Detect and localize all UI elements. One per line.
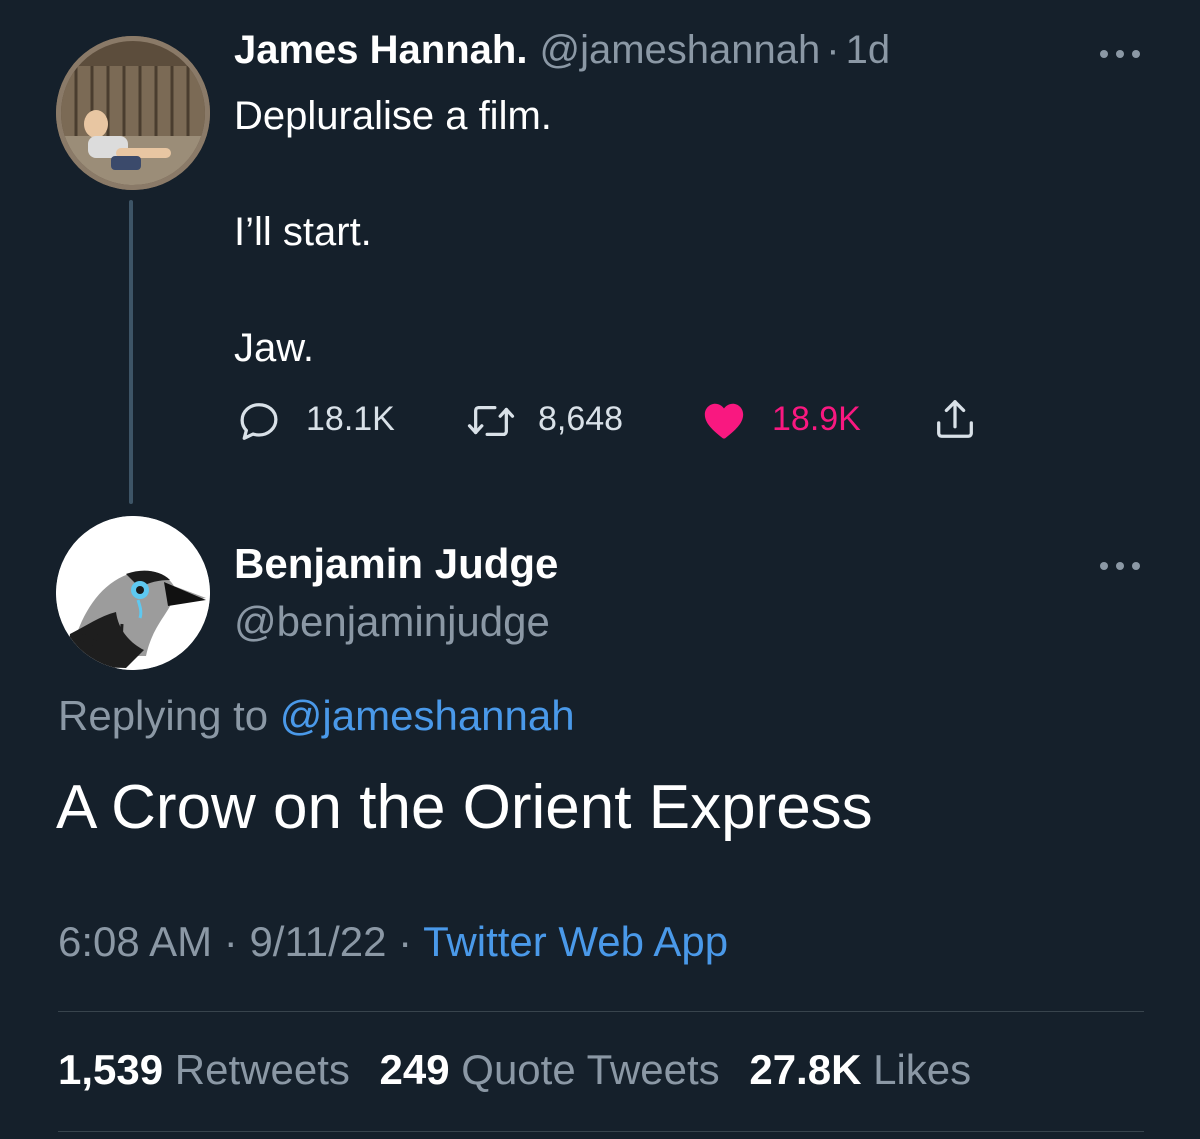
more-icon[interactable]: [1100, 560, 1140, 572]
meta-separator: ·: [223, 918, 238, 965]
author-display-name[interactable]: James Hannah.: [234, 28, 527, 73]
retweets-label: Retweets: [174, 1046, 350, 1093]
retweet-count: 8,648: [538, 400, 624, 438]
tweet-text-line-3: Jaw.: [234, 326, 315, 370]
tweet-timestamp-line: 6:08 AM · 9/11/22 · Twitter Web App: [58, 918, 728, 966]
reply-author-handle[interactable]: @benjaminjudge: [234, 598, 550, 646]
avatar-james-hannah[interactable]: [56, 36, 210, 190]
tweet-age[interactable]: 1d: [846, 28, 891, 73]
stats-divider-top: [58, 1011, 1144, 1012]
retweets-count: 1,539: [58, 1046, 164, 1093]
replying-to-handle-link[interactable]: @jameshannah: [280, 692, 575, 739]
parent-author-line: James Hannah. @jameshannah · 1d: [234, 28, 890, 84]
tweet-text-line-1: Depluralise a film.: [234, 94, 552, 138]
stats-divider-bottom: [58, 1131, 1144, 1132]
engagement-stats: 1,539 Retweets 249 Quote Tweets 27.8K Li…: [58, 1046, 971, 1094]
retweet-button[interactable]: [466, 398, 516, 444]
share-button[interactable]: [932, 396, 978, 444]
retweets-stat[interactable]: 1,539 Retweets: [58, 1046, 350, 1093]
avatar-image: [56, 36, 210, 190]
reply-icon: [240, 403, 278, 440]
replying-to-line: Replying to @jameshannah: [58, 692, 575, 740]
reply-count: 18.1K: [306, 400, 395, 438]
quote-tweets-label: Quote Tweets: [461, 1046, 720, 1093]
heart-icon: [704, 403, 744, 439]
meta-separator: ·: [398, 918, 413, 965]
reply-button[interactable]: [236, 398, 282, 444]
tweet-source-link[interactable]: Twitter Web App: [423, 918, 728, 965]
reply-tweet-text: A Crow on the Orient Express: [56, 773, 873, 842]
crow-avatar-image: [56, 516, 210, 670]
tweet-text-line-2: I’ll start.: [234, 210, 372, 254]
thread-connector-line: [129, 200, 133, 504]
likes-label: Likes: [873, 1046, 972, 1093]
share-icon: [937, 400, 973, 438]
quote-tweets-stat[interactable]: 249 Quote Tweets: [380, 1046, 720, 1093]
tweet-time[interactable]: 6:08 AM: [58, 918, 212, 965]
quote-tweets-count: 249: [379, 1046, 450, 1093]
tweet-date[interactable]: 9/11/22: [249, 918, 386, 965]
more-icon[interactable]: [1100, 48, 1140, 60]
like-button[interactable]: [700, 398, 748, 444]
author-handle[interactable]: @jameshannah: [539, 28, 820, 73]
like-count: 18.9K: [772, 400, 861, 438]
meta-separator: ·: [826, 28, 840, 72]
likes-count: 27.8K: [749, 1046, 862, 1093]
likes-stat[interactable]: 27.8K Likes: [749, 1046, 971, 1093]
retweet-icon: [467, 405, 515, 437]
reply-author-display-name[interactable]: Benjamin Judge: [234, 540, 558, 588]
replying-to-label: Replying to: [58, 692, 269, 739]
avatar-benjamin-judge[interactable]: [56, 516, 210, 670]
